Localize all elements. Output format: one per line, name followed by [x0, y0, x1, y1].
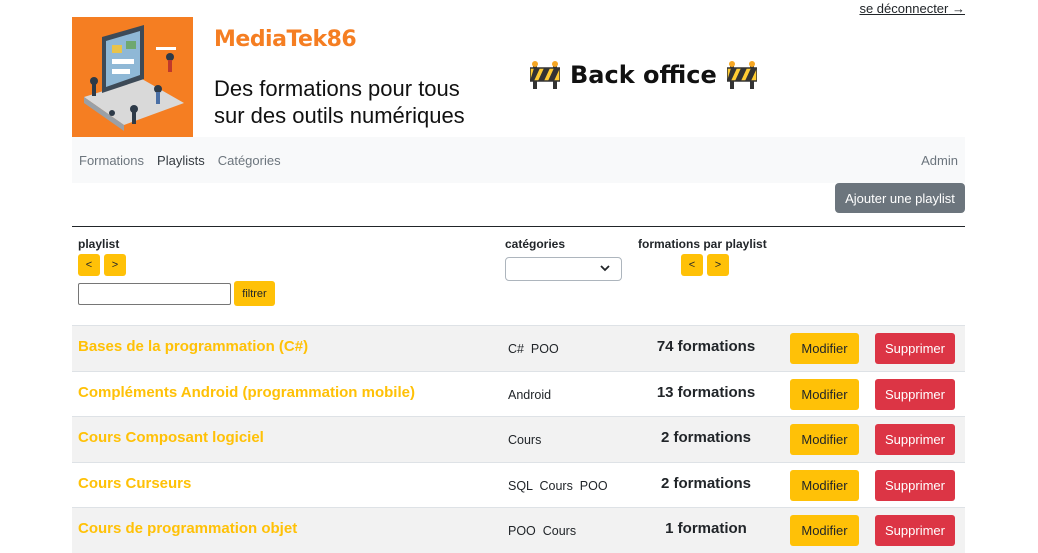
admin-label: Admin [921, 153, 958, 168]
playlist-categories: Cours [508, 433, 542, 447]
site-tagline: Des formations pour tous sur des outils … [214, 75, 465, 129]
playlist-categories: POO Cours [508, 524, 577, 538]
table-row: Cours de programmation objet POO Cours 1… [72, 507, 965, 553]
playlist-name-link[interactable]: Cours Composant logiciel [78, 429, 264, 446]
edit-button[interactable]: Modifier [790, 378, 859, 410]
table-row: Cours Curseurs SQL Cours POO 2 formation… [72, 461, 965, 508]
playlist-name-link[interactable]: Compléments Android (programmation mobil… [78, 384, 415, 401]
playlist-name-link[interactable]: Cours de programmation objet [78, 520, 297, 537]
table-row: Compléments Android (programmation mobil… [72, 370, 965, 417]
site-name: MediaTek86 [214, 27, 357, 52]
edit-button[interactable]: Modifier [790, 424, 859, 455]
edit-button[interactable]: Modifier [790, 469, 859, 501]
playlist-name-link[interactable]: Cours Curseurs [78, 475, 191, 492]
category-select[interactable] [505, 257, 622, 281]
playlist-count: 13 formations [656, 383, 756, 401]
delete-button[interactable]: Supprimer [875, 378, 955, 410]
playlist-count: 2 formations [660, 474, 751, 492]
construction-barrier-icon [530, 61, 560, 89]
playlist-column-header: playlist [78, 237, 120, 251]
playlist-categories: SQL Cours POO [508, 478, 608, 493]
chevron-down-icon [599, 261, 611, 278]
construction-barrier-icon [726, 61, 757, 89]
playlist-categories: C# POO [508, 342, 559, 356]
back-office-title: Back office [530, 61, 757, 89]
main-nav: Formations Playlists Catégories Admin [72, 137, 965, 183]
filter-button[interactable]: filtrer [234, 281, 275, 306]
playlist-name-link[interactable]: Bases de la programmation (C#) [78, 338, 308, 355]
tagline-line-2: sur des outils numériques [214, 103, 465, 128]
nav-item-playlists[interactable]: Playlists [157, 153, 205, 168]
delete-button[interactable]: Supprimer [875, 469, 955, 501]
delete-button[interactable]: Supprimer [875, 424, 955, 455]
back-office-label: Back office [570, 61, 717, 89]
nav-item-categories[interactable]: Catégories [218, 153, 281, 168]
delete-button[interactable]: Supprimer [875, 515, 955, 546]
delete-button[interactable]: Supprimer [875, 333, 955, 364]
edit-button[interactable]: Modifier [790, 515, 859, 546]
playlist-table: Bases de la programmation (C#) C# POO 74… [72, 325, 965, 553]
categories-column-header: catégories [505, 237, 566, 251]
logout-label: se déconnecter [859, 1, 949, 16]
edit-button[interactable]: Modifier [790, 333, 859, 364]
count-sort-asc-button[interactable]: < [681, 254, 703, 276]
playlist-filter-input[interactable] [78, 283, 231, 305]
filter-header: playlist < > filtrer catégories formatio… [72, 226, 965, 326]
nav-item-formations[interactable]: Formations [79, 153, 144, 168]
playlist-count: 74 formations [656, 338, 756, 355]
tagline-line-1: Des formations pour tous [214, 76, 460, 101]
playlist-sort-desc-button[interactable]: > [104, 254, 126, 276]
add-playlist-button[interactable]: Ajouter une playlist [835, 183, 965, 213]
playlist-count: 2 formations [660, 429, 751, 446]
site-header: MediaTek86 Des formations pour tous sur … [72, 17, 965, 137]
playlist-categories: Android [508, 387, 552, 402]
table-row: Cours Composant logiciel Cours 2 formati… [72, 416, 965, 462]
playlist-sort-asc-button[interactable]: < [78, 254, 100, 276]
count-sort-desc-button[interactable]: > [707, 254, 729, 276]
count-column-header: formations par playlist [638, 237, 767, 251]
arrow-right-icon: → [952, 1, 965, 16]
site-logo [72, 17, 193, 137]
table-row: Bases de la programmation (C#) C# POO 74… [72, 325, 965, 371]
playlist-count: 1 formation [665, 520, 747, 537]
logout-link[interactable]: se déconnecter → [859, 1, 965, 16]
nav-links: Formations Playlists Catégories [79, 153, 281, 168]
